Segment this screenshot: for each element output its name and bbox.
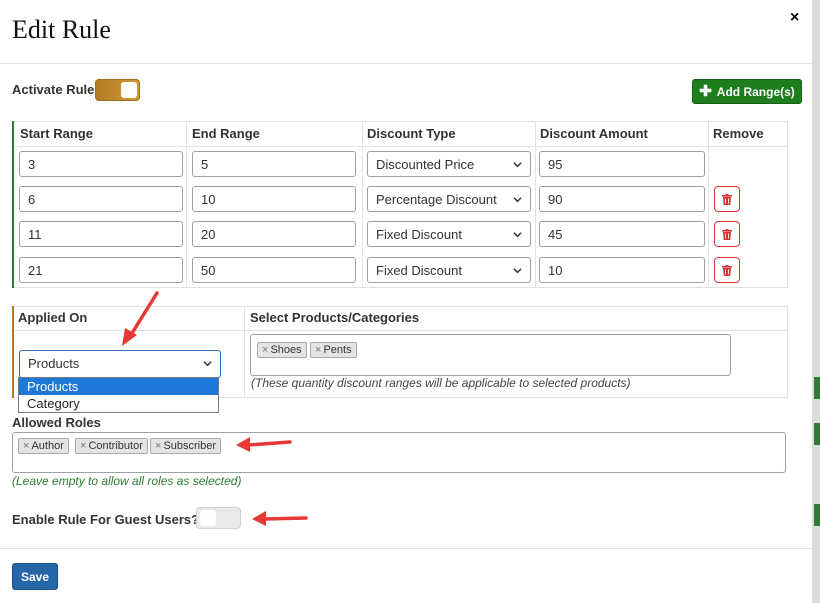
trash-icon	[722, 193, 732, 205]
discount-type-select[interactable]: Discounted Price	[367, 151, 531, 177]
chevron-down-icon	[513, 197, 522, 203]
chevron-down-icon	[513, 268, 522, 274]
annotation-arrow	[122, 291, 159, 346]
discount-amount-input[interactable]: 95	[539, 151, 705, 177]
remove-range-button[interactable]	[714, 186, 740, 212]
products-multiselect[interactable]: × Shoes × Pents	[250, 334, 731, 376]
discount-type-select[interactable]: Percentage Discount	[367, 186, 531, 212]
add-ranges-button[interactable]: ✚ Add Range(s)	[692, 79, 802, 104]
discount-type-select[interactable]: Fixed Discount	[367, 257, 531, 283]
discount-type-value: Fixed Discount	[376, 227, 462, 242]
chevron-down-icon	[513, 232, 522, 238]
header-start-range: Start Range	[20, 126, 93, 141]
footer-divider	[0, 548, 812, 549]
x-icon[interactable]: ×	[315, 344, 321, 356]
option-category[interactable]: Category	[19, 395, 218, 412]
product-tag[interactable]: × Shoes	[257, 342, 307, 358]
toggle-knob	[200, 510, 216, 526]
header-divider	[0, 63, 812, 64]
ranges-table: Start Range End Range Discount Type Disc…	[12, 121, 788, 288]
guest-users-toggle[interactable]	[196, 507, 241, 529]
save-button[interactable]: Save	[12, 563, 58, 590]
header-end-range: End Range	[192, 126, 260, 141]
x-icon[interactable]: ×	[23, 440, 29, 452]
discount-type-value: Fixed Discount	[376, 263, 462, 278]
roles-hint: (Leave empty to allow all roles as selec…	[12, 474, 242, 488]
trash-icon	[722, 264, 732, 276]
end-range-input[interactable]: 50	[192, 257, 356, 283]
page: Edit Rule × Activate Rule ✚ Add Range(s)…	[0, 0, 820, 603]
chevron-down-icon	[513, 162, 522, 168]
applied-on-select[interactable]: Products	[19, 350, 221, 378]
edit-rule-modal: Edit Rule × Activate Rule ✚ Add Range(s)…	[0, 0, 812, 603]
tag-label: Contributor	[88, 440, 143, 452]
role-tag[interactable]: × Author	[18, 438, 69, 454]
discount-type-select[interactable]: Fixed Discount	[367, 221, 531, 247]
background-page-edge	[812, 0, 820, 603]
discount-amount-input[interactable]: 10	[539, 257, 705, 283]
guest-users-label: Enable Rule For Guest Users?	[12, 512, 200, 527]
remove-range-button[interactable]	[714, 221, 740, 247]
header-remove: Remove	[713, 126, 764, 141]
activate-rule-label: Activate Rule	[12, 82, 95, 97]
x-icon[interactable]: ×	[262, 344, 268, 356]
tag-label: Pents	[323, 344, 352, 356]
role-tag[interactable]: × Subscriber	[150, 438, 222, 454]
tag-label: Subscriber	[163, 440, 217, 452]
close-icon[interactable]: ×	[790, 9, 799, 27]
tag-label: Shoes	[270, 344, 302, 356]
start-range-input[interactable]: 6	[19, 186, 183, 212]
start-range-input[interactable]: 11	[19, 221, 183, 247]
role-tag[interactable]: × Contributor	[75, 438, 148, 454]
start-range-input[interactable]: 21	[19, 257, 183, 283]
select-products-label: Select Products/Categories	[250, 310, 420, 325]
x-icon[interactable]: ×	[155, 440, 161, 452]
allowed-roles-label: Allowed Roles	[12, 415, 101, 430]
toggle-knob	[121, 82, 137, 98]
discount-type-value: Discounted Price	[376, 157, 475, 172]
products-hint: (These quantity discount ranges will be …	[251, 376, 631, 390]
product-tag[interactable]: × Pents	[310, 342, 357, 358]
tag-label: Author	[31, 440, 64, 452]
end-range-input[interactable]: 5	[192, 151, 356, 177]
end-range-input[interactable]: 10	[192, 186, 356, 212]
applied-on-options: Products Category	[18, 377, 219, 413]
applied-on-label: Applied On	[18, 310, 88, 325]
chevron-down-icon	[203, 361, 212, 367]
discount-amount-input[interactable]: 45	[539, 221, 705, 247]
annotation-arrow	[252, 511, 308, 526]
header-discount-type: Discount Type	[367, 126, 456, 141]
option-products[interactable]: Products	[19, 378, 218, 395]
add-ranges-label: Add Range(s)	[716, 84, 795, 99]
start-range-input[interactable]: 3	[19, 151, 183, 177]
discount-type-value: Percentage Discount	[376, 192, 497, 207]
modal-title: Edit Rule	[12, 15, 111, 44]
roles-multiselect[interactable]: × Author × Contributor × Subscriber	[12, 432, 786, 473]
trash-icon	[722, 228, 732, 240]
header-discount-amount: Discount Amount	[540, 126, 648, 141]
x-icon[interactable]: ×	[80, 440, 86, 452]
discount-amount-input[interactable]: 90	[539, 186, 705, 212]
end-range-input[interactable]: 20	[192, 221, 356, 247]
activate-rule-toggle[interactable]	[95, 79, 140, 101]
annotation-arrow	[236, 437, 292, 452]
remove-range-button[interactable]	[714, 257, 740, 283]
applied-on-value: Products	[28, 356, 80, 371]
plus-icon: ✚	[699, 82, 712, 100]
